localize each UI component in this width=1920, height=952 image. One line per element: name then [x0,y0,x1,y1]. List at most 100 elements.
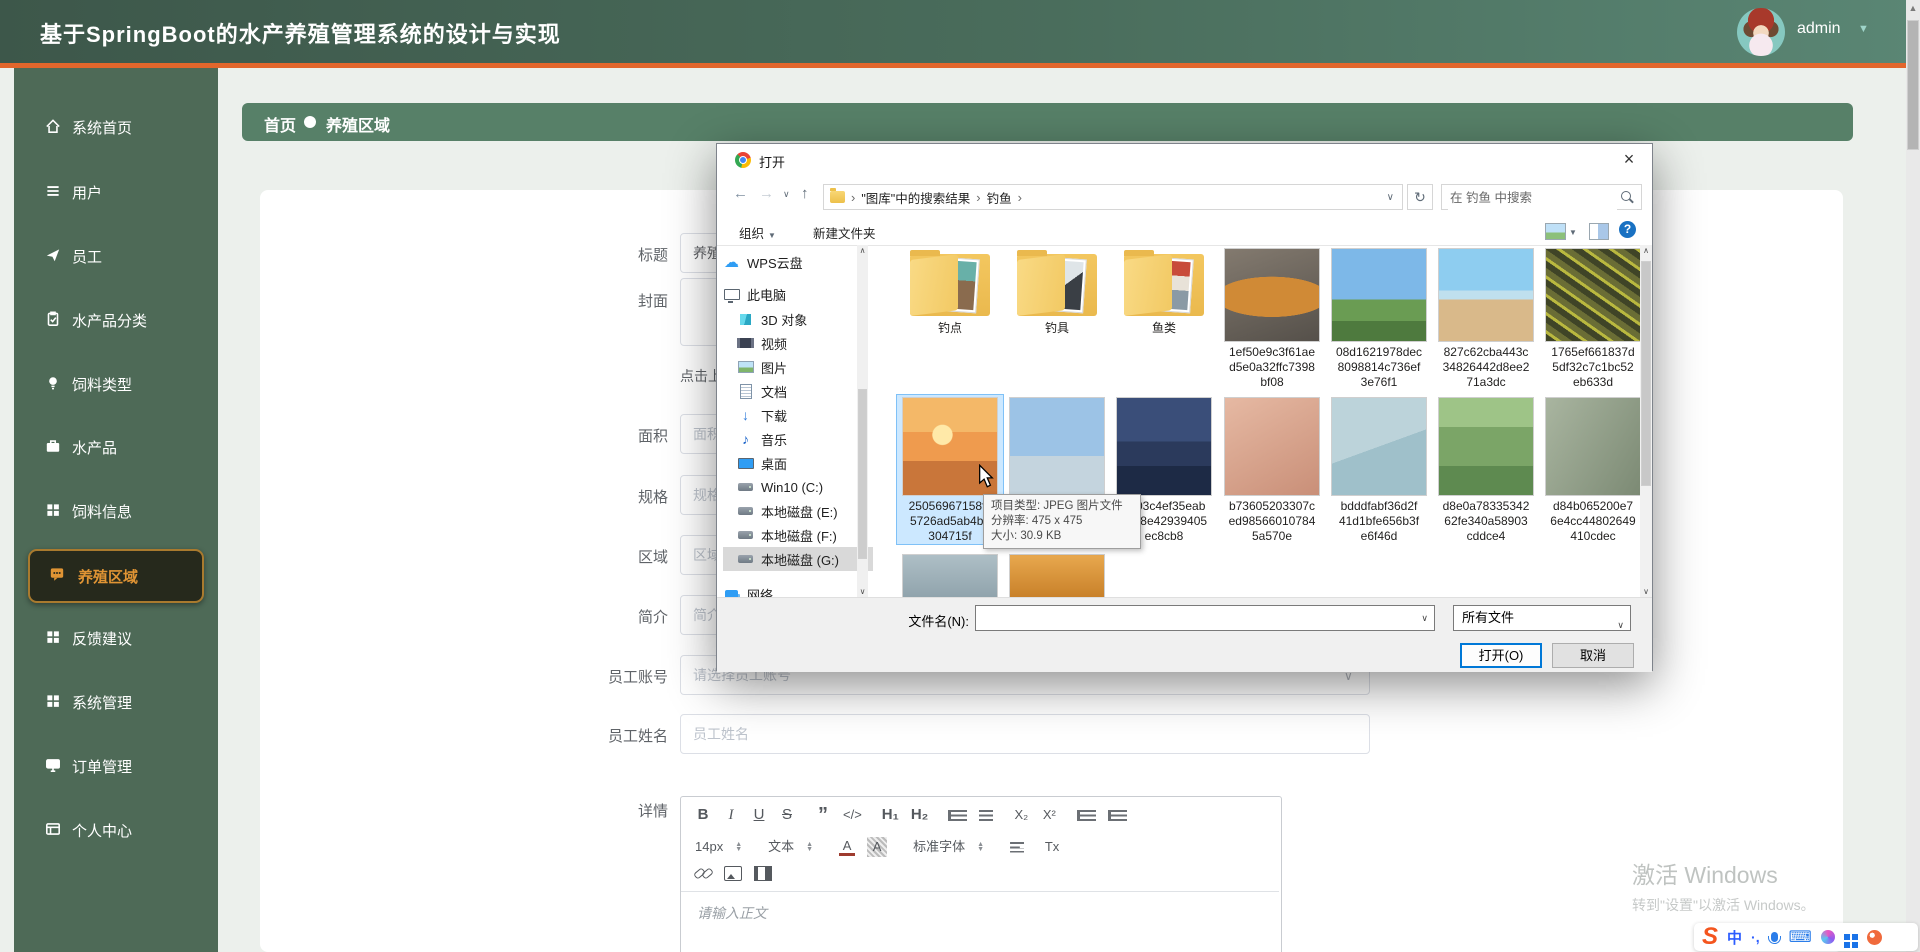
sidebar-item-feedback[interactable]: 反馈建议 [14,618,218,658]
editor-placeholder[interactable]: 请输入正文 [697,903,767,923]
file-item[interactable]: b73605203307c ed98566010784 5a570e [1219,395,1325,544]
tree-item-pictures[interactable]: 图片 [723,355,873,379]
thumbnail-view-icon[interactable] [1545,223,1566,240]
file-item[interactable] [1004,552,1110,597]
text-color-icon[interactable]: A [839,839,855,856]
strikethrough-icon[interactable]: S [779,805,795,825]
sidebar-item-home[interactable]: 系统首页 [14,107,218,147]
file-item[interactable]: bdddfabf36d2f 41d1bfe656b3f e6f46d [1326,395,1432,544]
punctuation-icon[interactable]: ·, [1751,929,1760,945]
keyboard-icon[interactable]: ⌨ [1789,927,1812,947]
tree-item-music[interactable]: ♪音乐 [723,427,873,451]
history-chevron-icon[interactable]: ∨ [783,189,790,200]
search-input[interactable] [1448,186,1617,210]
link-icon[interactable] [695,865,712,881]
skin-icon[interactable] [1821,930,1835,944]
filename-input[interactable]: ∨ [975,605,1435,631]
heading1-icon[interactable]: H₁ [882,805,899,825]
heading2-icon[interactable]: H₂ [911,805,929,825]
scroll-down-icon[interactable]: ∨ [1640,587,1652,596]
page-scrollbar[interactable]: ▲ [1906,0,1920,952]
sidebar-item-profile[interactable]: 个人中心 [14,810,218,850]
underline-icon[interactable]: U [751,805,767,825]
filetype-select[interactable]: 所有文件∨ [1453,605,1631,631]
new-folder-button[interactable]: 新建文件夹 [813,223,876,242]
preview-pane-icon[interactable] [1589,223,1609,240]
chevron-down-icon[interactable]: ∨ [1421,613,1428,624]
up-icon[interactable]: ↑ [801,185,809,202]
paragraph-select[interactable]: 文本 [768,837,794,857]
tree-item-desktop[interactable]: 桌面 [723,451,873,475]
avatar[interactable] [1737,8,1785,56]
microphone-icon[interactable] [1771,932,1778,942]
highlight-color-icon[interactable]: A [867,837,887,857]
sidebar-item-feed-type[interactable]: 饲料类型 [14,364,218,404]
video-icon[interactable] [754,866,772,881]
scroll-up-icon[interactable]: ▲ [1906,0,1920,16]
cancel-button[interactable]: 取消 [1552,643,1634,668]
breadcrumb-home[interactable]: 首页 [264,112,296,136]
staff-name-input[interactable] [680,714,1370,754]
address-crumb[interactable]: 钓鱼 [987,188,1012,207]
organize-button[interactable]: 组织▼ [739,223,776,242]
sogou-icon[interactable]: S [1702,925,1718,949]
outdent-icon[interactable] [1077,810,1096,821]
tree-item-drive-e[interactable]: 本地磁盘 (E:) [723,499,873,523]
sidebar-item-staff[interactable]: 员工 [14,236,218,276]
chevron-down-icon[interactable]: ▼ [1858,23,1869,35]
address-bar[interactable]: › "图库"中的搜索结果 › 钓鱼 › ∨ [823,184,1403,210]
file-item[interactable]: d8e0a78335342 62fe340a58903 cddce4 [1433,395,1539,544]
font-size-select[interactable]: 14px [695,837,723,857]
tree-item-this-pc[interactable]: 此电脑 [723,282,859,306]
tree-item-drive-g[interactable]: 本地磁盘 (G:) [723,547,873,571]
page-scrollbar-thumb[interactable] [1907,20,1919,150]
sidebar-item-orders[interactable]: 订单管理 [14,746,218,786]
superscript-icon[interactable]: X² [1041,805,1057,825]
tree-item-downloads[interactable]: ↓下载 [723,403,873,427]
file-item[interactable]: 08d1621978dec 8098814c736ef 3e76f1 [1326,246,1432,390]
scroll-up-icon[interactable]: ∧ [1640,246,1652,255]
folder-item[interactable]: 钓具 [1004,246,1110,336]
indent-icon[interactable] [1108,810,1127,821]
italic-icon[interactable]: I [723,805,739,825]
clear-format-icon[interactable]: Tx [1044,837,1060,857]
file-item[interactable]: 1ef50e9c3f61ae d5e0a32ffc7398 bf08 [1219,246,1325,390]
tree-item-documents[interactable]: 文档 [723,379,873,403]
align-icon[interactable] [1010,842,1024,853]
refresh-icon[interactable] [1407,184,1433,210]
tree-item-videos[interactable]: 视频 [723,331,873,355]
tree-item-drive-f[interactable]: 本地磁盘 (F:) [723,523,873,547]
toolbox-icon[interactable] [1844,934,1850,940]
sidebar-item-system[interactable]: 系统管理 [14,682,218,722]
folder-item[interactable]: 鱼类 [1111,246,1217,336]
address-crumb[interactable]: "图库"中的搜索结果 [861,188,970,207]
subscript-icon[interactable]: X₂ [1013,805,1029,825]
help-icon[interactable]: ? [1619,221,1636,238]
scroll-up-icon[interactable]: ∧ [857,246,868,255]
tree-scrollbar[interactable]: ∧ ∨ [857,245,868,597]
bullet-list-icon[interactable] [979,810,993,821]
bold-icon[interactable]: B [695,805,711,825]
scroll-down-icon[interactable]: ∨ [857,587,868,596]
folder-item[interactable]: 钓点 [897,246,1003,336]
font-family-select[interactable]: 标准字体 [913,837,965,857]
ordered-list-icon[interactable] [948,810,967,821]
close-icon[interactable] [1614,146,1644,172]
file-list-scrollbar-thumb[interactable] [1641,261,1651,486]
file-item[interactable]: 1765ef661837d 5df32c7c1bc52 eb633d [1540,246,1644,390]
open-button[interactable]: 打开(O) [1460,643,1542,668]
blockquote-icon[interactable]: ” [815,810,831,820]
file-item[interactable]: d84b065200e7 6e4cc44802649 410cdec [1540,395,1644,544]
tree-item-drive-c[interactable]: Win10 (C:) [723,475,873,499]
search-box[interactable] [1441,184,1642,210]
username[interactable]: admin [1797,20,1841,38]
sidebar-item-breeding-area[interactable]: 养殖区域 [28,549,204,603]
tree-item-wps[interactable]: ☁WPS云盘 [723,250,859,274]
dialog-titlebar[interactable]: 打开 [717,144,1652,177]
chevron-down-icon[interactable]: ▼ [1569,228,1577,237]
file-list-scrollbar[interactable]: ∧ ∨ [1640,245,1652,597]
back-icon[interactable]: ← [733,185,748,202]
mascot-icon[interactable] [1867,930,1882,945]
sidebar-item-feed-info[interactable]: 饲料信息 [14,491,218,531]
sidebar-item-products[interactable]: 水产品 [14,427,218,467]
